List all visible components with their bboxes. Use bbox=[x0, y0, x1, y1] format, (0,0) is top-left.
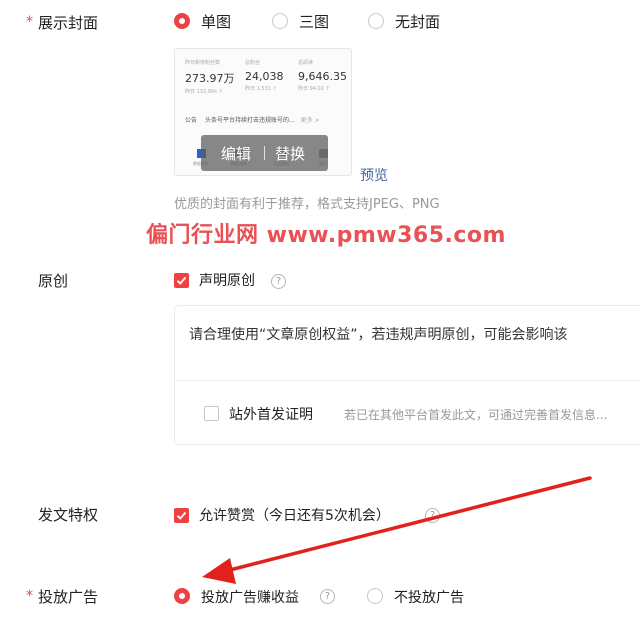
annotation-arrow bbox=[202, 476, 592, 584]
